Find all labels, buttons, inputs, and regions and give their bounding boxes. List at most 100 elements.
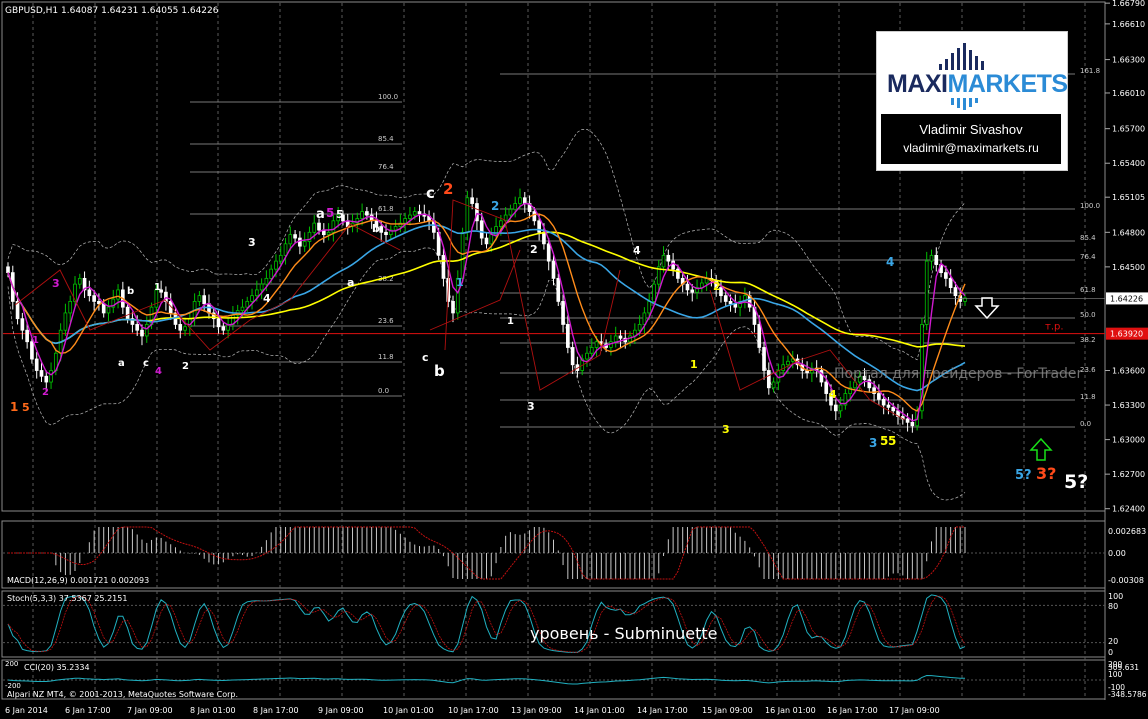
stoch-main: [7, 594, 966, 653]
candle-body: [44, 375, 49, 383]
wave-label: c: [422, 351, 429, 364]
candle-body: [924, 260, 929, 325]
candle-body: [479, 220, 484, 239]
candle-body: [360, 211, 364, 219]
author-box: Vladimir Sivashov vladimir@maximarkets.r…: [881, 114, 1061, 164]
fib-right-label: 85.4: [1080, 234, 1096, 242]
candle-body: [556, 277, 561, 302]
candle-body: [216, 318, 221, 328]
candle-body: [403, 218, 407, 224]
broker-footer: Alpari NZ MT4, © 2001-2013, MetaQuotes S…: [7, 690, 238, 699]
y-tick-label: 1.66010: [1112, 89, 1145, 98]
candle-body: [833, 404, 838, 412]
wave-label: 3?: [1036, 464, 1056, 483]
candle-body: [546, 243, 551, 262]
candle-body: [891, 406, 896, 412]
author-name: Vladimir Sivashov: [919, 122, 1023, 137]
candle-body: [757, 324, 762, 348]
candle-body: [652, 283, 656, 302]
brand-right: MARKETS: [947, 70, 1069, 98]
wave-labels: 1 5312b 1a c4 234a 5 5bac 21cb22134213443 5 55? 3?…: [10, 180, 1088, 493]
candle-body: [542, 231, 546, 245]
stoch-title: Stoch(5,3,3) 37.5367 25.2151: [7, 594, 127, 603]
x-tick-label: 7 Jan 09:00: [127, 706, 173, 715]
wave-label: a: [347, 276, 354, 289]
candle-body: [589, 347, 594, 354]
candle-body: [326, 231, 331, 236]
candle-body: [570, 347, 575, 366]
candle-body: [101, 303, 106, 314]
fib-left-label: 85.4: [378, 135, 394, 143]
candle-body: [766, 370, 771, 389]
dots-icon: [937, 98, 997, 110]
x-tick-label: 16 Jan 17:00: [827, 706, 878, 715]
candle-body: [786, 360, 790, 366]
wave-label: 4: [829, 388, 837, 401]
x-tick-label: 14 Jan 17:00: [637, 706, 688, 715]
wave-label: 1: [456, 276, 464, 289]
candle-body: [522, 197, 527, 204]
brand-left: MAXI: [887, 70, 948, 98]
wave-label: 2: [443, 180, 453, 198]
candle-body: [293, 234, 297, 239]
fib-right-label: 76.4: [1080, 253, 1096, 261]
candle-body: [824, 381, 829, 394]
wave-label: 3: [527, 400, 535, 413]
candle-body: [20, 318, 25, 331]
candle-body: [412, 211, 417, 216]
candle-body: [661, 254, 666, 268]
candle-body: [68, 301, 73, 314]
y-tick-label: 1.63600: [1112, 367, 1145, 376]
y-tick-label: 1.62400: [1112, 505, 1145, 514]
candle-body: [312, 222, 317, 233]
indicator-panes: 0.0026830.00-0.0030810080200200309.63110…: [3, 526, 1147, 699]
candle-body: [585, 352, 589, 360]
wave-label: 3: [722, 423, 730, 436]
fib-left-label: 100.0: [378, 93, 398, 101]
fib-left-label: 23.6: [378, 317, 394, 325]
candle-body: [221, 326, 226, 331]
level-caption: уровень - Subminuette: [530, 624, 718, 643]
cci-y-label: -348.5786: [1108, 690, 1147, 699]
candle-body: [302, 241, 307, 247]
candle-body: [106, 306, 111, 314]
author-email[interactable]: vladimir@maximarkets.ru: [881, 141, 1061, 155]
candle-body: [566, 324, 570, 348]
candle-body: [34, 358, 39, 371]
macd-y-label: 0.00: [1108, 549, 1126, 558]
candle-body: [877, 393, 881, 400]
current-price-label: 1.64226: [1110, 294, 1143, 303]
candle-body: [264, 277, 269, 285]
candle-body: [384, 231, 388, 236]
wave-label: 1: [10, 400, 18, 414]
cci-line: [7, 674, 966, 685]
wave-line: [709, 289, 906, 421]
fib-right-label: 0.0: [1080, 420, 1091, 428]
fib-left-label: 61.8: [378, 205, 394, 213]
wave-label: 4: [263, 292, 271, 305]
wave-label: 1: [32, 335, 39, 346]
candle-body: [125, 306, 130, 320]
candle-body: [690, 289, 695, 293]
candle-body: [561, 301, 565, 325]
time-axis: 6 Jan 2014 6 Jan 17:00 7 Jan 09:00 8 Jan 01…: [5, 706, 940, 715]
candle-body: [317, 222, 321, 231]
candle-body: [63, 312, 68, 331]
wave-label: 3: [52, 277, 60, 290]
candle-body: [460, 231, 465, 279]
candle-body: [441, 254, 446, 279]
y-tick-label: 1.64800: [1112, 228, 1145, 237]
y-tick-label: 1.65400: [1112, 159, 1145, 168]
watermark: Портал для трейдеров - ForTrader: [834, 366, 1083, 382]
candle-body: [202, 295, 207, 305]
wave-label: a: [316, 207, 325, 222]
candle-body: [532, 211, 537, 222]
candle-body: [484, 237, 489, 245]
y-tick-label: 1.66300: [1112, 56, 1145, 65]
candle-body: [934, 254, 939, 265]
candle-body: [518, 197, 522, 204]
fib-right-label: 38.2: [1080, 336, 1096, 344]
x-tick-label: 10 Jan 17:00: [448, 706, 499, 715]
up-arrow-icon: [1029, 437, 1053, 461]
wave-label: 2: [42, 387, 49, 398]
